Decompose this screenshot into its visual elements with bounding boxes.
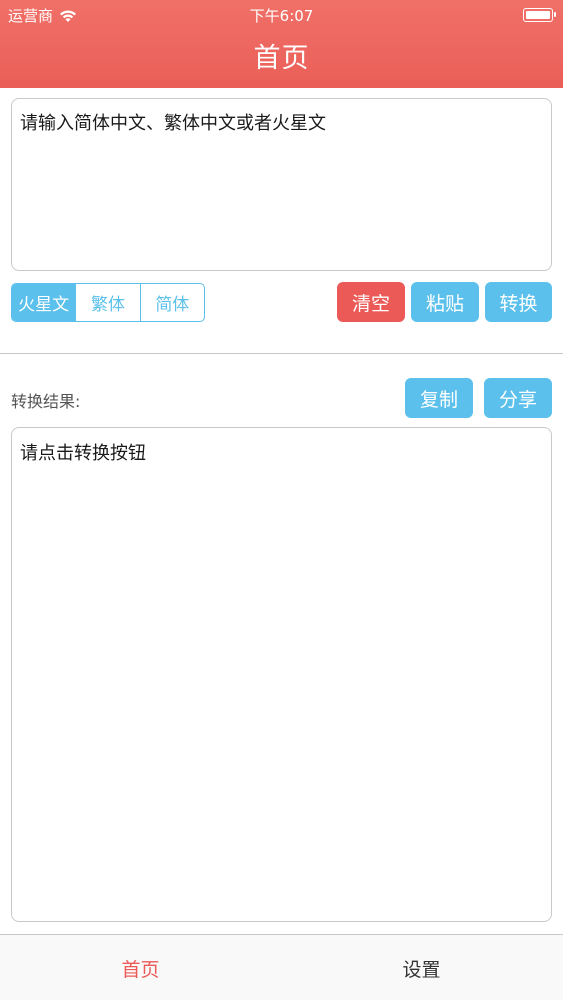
- paste-button[interactable]: 粘贴: [411, 282, 479, 322]
- tab-settings[interactable]: 设置: [281, 935, 562, 1001]
- conversion-mode-segment[interactable]: 火星文 繁体 简体: [11, 283, 205, 322]
- source-text-input[interactable]: 请输入简体中文、繁体中文或者火星文: [11, 98, 552, 271]
- segment-martian[interactable]: 火星文: [12, 284, 76, 321]
- share-button[interactable]: 分享: [484, 378, 552, 418]
- result-text-output[interactable]: 请点击转换按钮: [11, 427, 552, 922]
- status-bar: 运营商 下午6:07: [0, 0, 563, 30]
- section-divider: [0, 353, 563, 354]
- tab-bar: 首页 设置: [0, 934, 563, 1000]
- battery-icon: [523, 8, 556, 22]
- battery-level: [526, 11, 550, 19]
- clear-button[interactable]: 清空: [337, 282, 405, 322]
- page-title: 首页: [253, 43, 310, 74]
- convert-button[interactable]: 转换: [485, 282, 552, 322]
- segment-simplified[interactable]: 简体: [139, 284, 204, 321]
- segment-traditional[interactable]: 繁体: [75, 284, 139, 321]
- nav-header: 运营商 下午6:07 首页: [0, 0, 563, 88]
- status-time: 下午6:07: [249, 7, 314, 25]
- tab-home[interactable]: 首页: [0, 935, 281, 1001]
- copy-button[interactable]: 复制: [405, 378, 473, 418]
- result-label: 转换结果:: [11, 392, 81, 411]
